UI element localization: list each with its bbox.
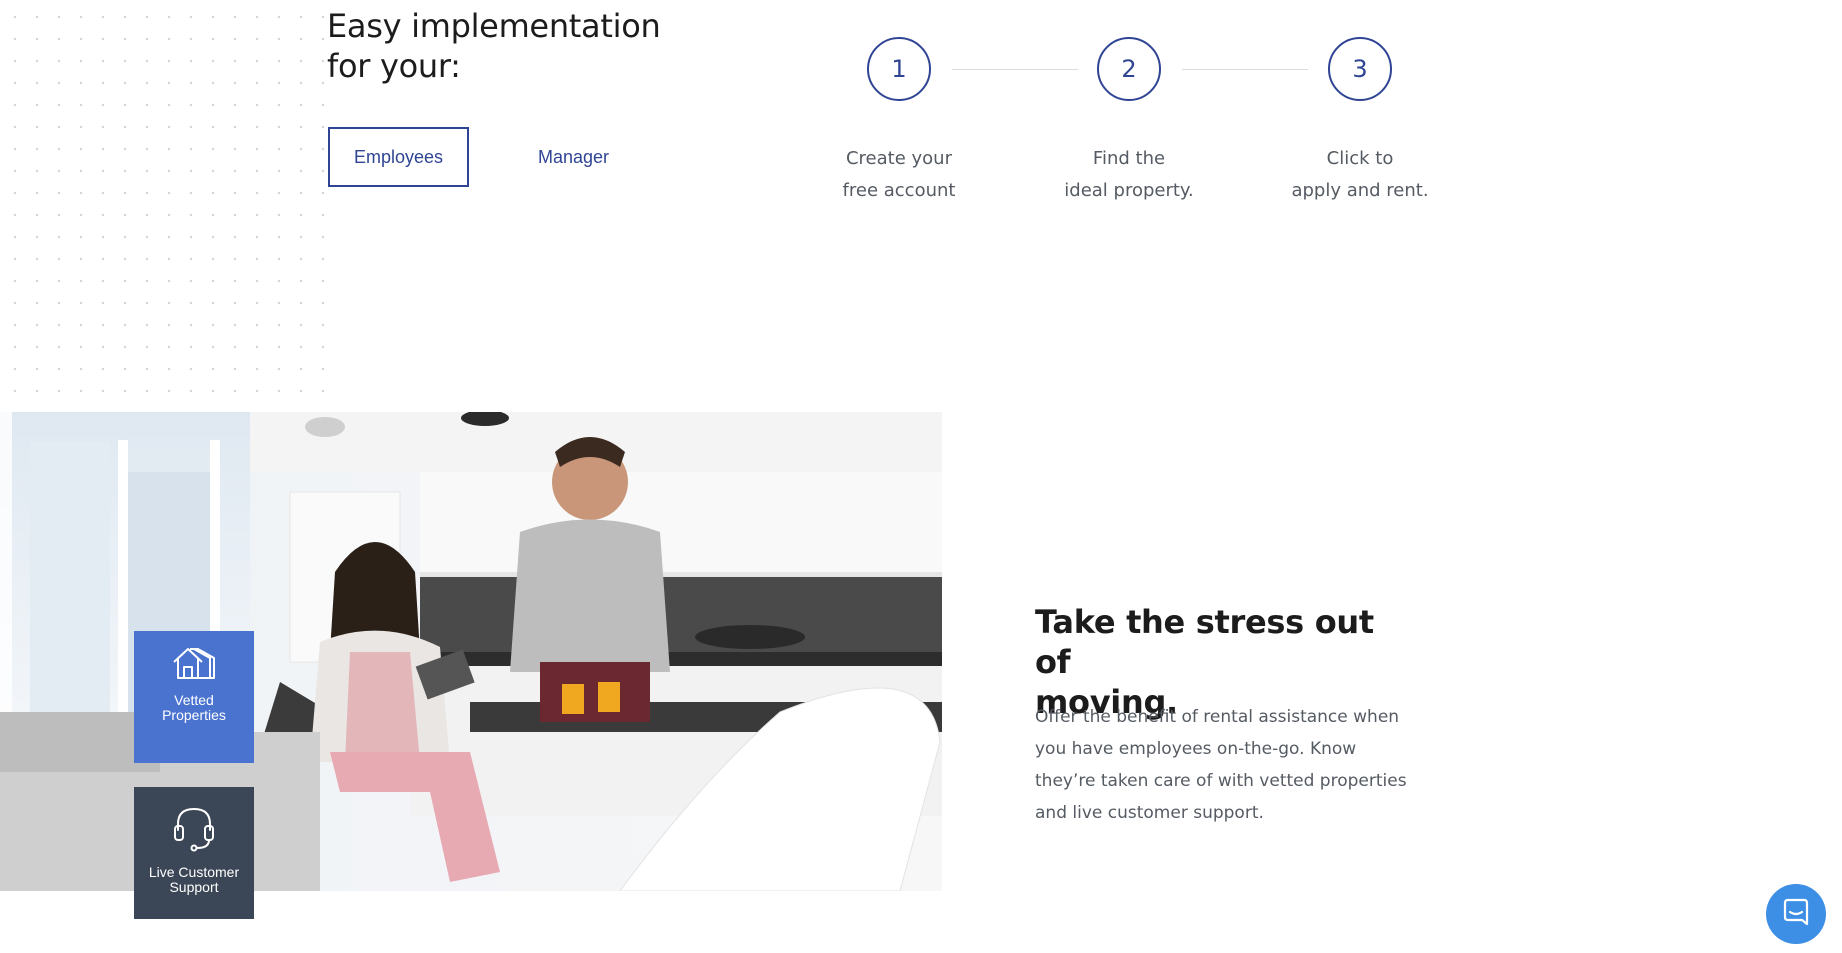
tab-employees-label: Employees bbox=[353, 146, 444, 167]
step-2-line2: ideal property. bbox=[1064, 180, 1194, 201]
stress-heading-line1: Take the stress out of bbox=[1035, 603, 1374, 681]
step-2-text: Find the ideal property. bbox=[1044, 143, 1214, 207]
step-1-line1: Create your bbox=[845, 148, 952, 169]
step-3-circle: 3 bbox=[1328, 37, 1392, 101]
step-3-number: 3 bbox=[1352, 55, 1368, 83]
implementation-heading-line1: Easy implementation bbox=[327, 7, 661, 45]
chat-icon bbox=[1781, 897, 1811, 932]
implementation-heading: Easy implementation for your: bbox=[327, 6, 667, 86]
tab-manager-label: Manager bbox=[537, 146, 610, 167]
step-3-line2: apply and rent. bbox=[1291, 180, 1429, 201]
vetted-properties-label-line2: Properties bbox=[162, 707, 226, 723]
live-customer-support-label: Live Customer Support bbox=[149, 865, 239, 895]
live-customer-support-tile: Live Customer Support bbox=[134, 787, 254, 919]
tab-manager[interactable]: Manager bbox=[520, 127, 627, 187]
step-1-circle: 1 bbox=[867, 37, 931, 101]
step-connector-1-2 bbox=[952, 69, 1078, 70]
stress-description: Offer the benefit of rental assistance w… bbox=[1035, 707, 1407, 823]
step-3-text: Click to apply and rent. bbox=[1275, 143, 1445, 207]
step-3-line1: Click to bbox=[1326, 148, 1394, 169]
dot-pattern-background bbox=[0, 0, 332, 405]
headset-icon bbox=[173, 806, 215, 855]
implementation-heading-line2: for your: bbox=[327, 47, 461, 85]
live-customer-support-label-line1: Live Customer bbox=[148, 864, 240, 880]
vetted-properties-label-line1: Vetted bbox=[174, 692, 214, 708]
tab-employees[interactable]: Employees bbox=[328, 127, 469, 187]
house-icon bbox=[172, 646, 216, 683]
step-connector-2-3 bbox=[1182, 69, 1308, 70]
step-1-line2: free account bbox=[842, 180, 956, 201]
chat-launcher-button[interactable] bbox=[1766, 884, 1826, 944]
live-customer-support-label-line2: Support bbox=[169, 879, 219, 895]
vetted-properties-label: Vetted Properties bbox=[162, 693, 226, 723]
vetted-properties-tile: Vetted Properties bbox=[134, 631, 254, 763]
step-2-line1: Find the bbox=[1092, 148, 1166, 169]
step-2-circle: 2 bbox=[1097, 37, 1161, 101]
step-2-number: 2 bbox=[1121, 55, 1137, 83]
step-1-number: 1 bbox=[891, 55, 907, 83]
step-1-text: Create your free account bbox=[814, 143, 984, 207]
